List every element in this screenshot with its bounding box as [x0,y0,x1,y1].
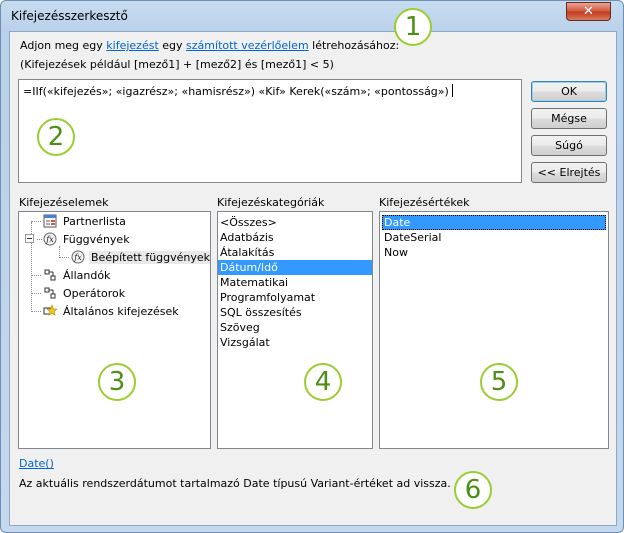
list-item[interactable]: Adatbázis [218,230,372,245]
list-item[interactable]: SQL összesítés [218,305,372,320]
collapse-button[interactable]: << Elrejtés [531,162,607,183]
window-title: Kifejezésszerkesztő [11,9,128,23]
expression-input[interactable]: =IIf(«kifejezés»; «igazrész»; «hamisrész… [18,79,522,183]
help-button[interactable]: Súgó [531,135,607,156]
constants-icon [44,269,56,281]
list-item-selected[interactable]: Dátum/Idő [218,260,372,275]
function-icon: fx [43,232,57,246]
tree-item-common-expressions[interactable]: Általános kifejezések [43,303,181,320]
list-item[interactable]: Átalakítás [218,245,372,260]
callout-4: 4 [304,363,342,401]
ok-button[interactable]: OK [531,81,607,102]
dialog-body: Adjon meg egy kifejezést egy számított v… [9,8,617,526]
star-expression-icon [43,304,57,316]
elements-tree[interactable]: Partnerlista fx Függvények fx Beépített … [18,211,211,449]
link-calculated-control[interactable]: számított vezérlőelem [186,39,309,52]
tree-item-functions[interactable]: fx Függvények [25,231,132,248]
list-item[interactable]: Vizsgálat [218,335,372,350]
callout-2: 2 [37,118,75,156]
callout-1: 1 [394,8,432,46]
form-icon [43,214,57,228]
expression-builder-window: Kifejezésszerkesztő ✕ Adjon meg egy kife… [0,0,624,533]
cancel-button[interactable]: Mégse [531,108,607,129]
categories-list[interactable]: <Összes> Adatbázis Átalakítás Dátum/Idő … [217,211,373,449]
callout-6: 6 [454,471,492,509]
list-item[interactable]: Programfolyamat [218,290,372,305]
tree-item-operators[interactable]: Operátorok [43,285,127,302]
elements-label: Kifejezéselemek [19,196,109,209]
tree-item-constants[interactable]: Állandók [43,267,112,284]
svg-text:fx: fx [73,253,82,262]
collapse-toggle-icon[interactable] [25,234,34,243]
function-icon: fx [71,250,85,264]
list-item[interactable]: Matematikai [218,275,372,290]
list-item[interactable]: Now [382,245,606,260]
values-list[interactable]: Date DateSerial Now [379,211,609,449]
list-item[interactable]: DateSerial [382,230,606,245]
example-text: (Kifejezések például [mező1] + [mező2] é… [20,58,334,71]
values-label: Kifejezésértékek [379,196,470,209]
list-item-selected[interactable]: Date [382,215,606,230]
tree-item-builtin-functions[interactable]: fx Beépített függvények [71,249,210,266]
callout-3: 3 [98,363,136,401]
operators-icon [44,287,56,299]
list-item[interactable]: Szöveg [218,320,372,335]
expression-text: =IIf(«kifejezés»; «igazrész»; «hamisrész… [23,85,449,98]
list-item[interactable]: <Összes> [218,215,372,230]
text-caret [451,84,453,97]
categories-label: Kifejezéskategóriák [217,196,325,209]
close-button[interactable]: ✕ [566,2,611,21]
function-description: Az aktuális rendszerdátumot tartalmazó D… [19,477,451,490]
tree-item-partnerlist[interactable]: Partnerlista [43,213,128,230]
close-icon: ✕ [583,4,594,19]
function-signature-link[interactable]: Date() [19,457,54,470]
svg-text:fx: fx [45,235,54,244]
title-bar: Kifejezésszerkesztő ✕ [1,1,623,31]
intro-text: Adjon meg egy kifejezést egy számított v… [20,39,400,52]
callout-5: 5 [480,363,518,401]
link-expression[interactable]: kifejezést [106,39,158,52]
